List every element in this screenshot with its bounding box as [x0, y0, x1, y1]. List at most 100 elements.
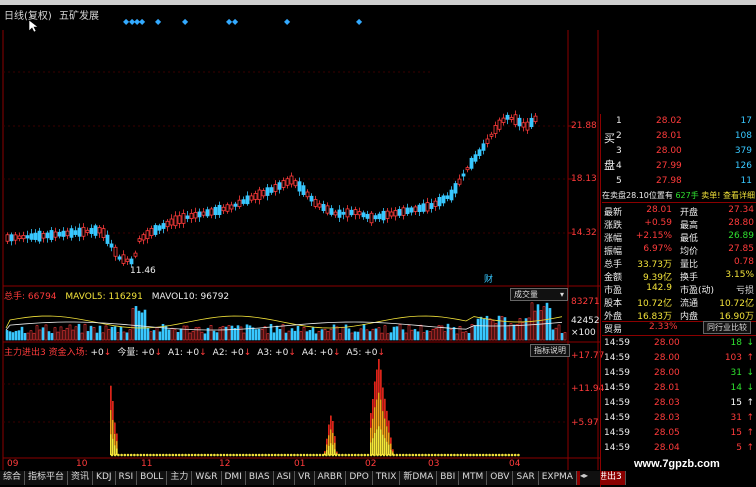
- volume-bar: [461, 331, 465, 341]
- candle-body: [509, 117, 514, 120]
- tab-新DMA[interactable]: 新DMA: [400, 471, 438, 485]
- order-book-row[interactable]: 2 28.01 108: [602, 130, 756, 144]
- baseline-dot: [328, 453, 331, 457]
- finance-marker[interactable]: 财: [484, 272, 493, 285]
- candle-body: [65, 230, 70, 237]
- volume-bar: [38, 329, 42, 341]
- candle-body: [321, 204, 326, 211]
- baseline-dot: [206, 453, 210, 457]
- volume-bar: [413, 329, 417, 341]
- order-book-row[interactable]: 3 28.00 379: [602, 145, 756, 159]
- order-book-row[interactable]: 1 28.02 17: [602, 115, 756, 129]
- baseline-dot: [321, 453, 325, 457]
- candle-body: [477, 149, 482, 156]
- tab-BOLL[interactable]: BOLL: [137, 471, 168, 485]
- trade-row: 14:59 28.00 18 ↓: [604, 338, 754, 348]
- volume-bar: [218, 327, 222, 341]
- indicator-legend-item: 今量: +0↓: [117, 348, 163, 358]
- baseline-dot: [440, 453, 443, 457]
- candle-body: [5, 234, 10, 242]
- tab-scroll[interactable]: ◂▸: [580, 471, 600, 485]
- peer-compare-button[interactable]: 同行业比较: [703, 321, 751, 334]
- tab-BIAS[interactable]: BIAS: [245, 471, 274, 485]
- tab-BBI[interactable]: BBI: [437, 471, 460, 485]
- indicator-bar-top: [392, 449, 394, 452]
- volume-bar: [410, 329, 414, 341]
- chart-canvas[interactable]: [0, 0, 600, 470]
- tab-TRIX[interactable]: TRIX: [372, 471, 401, 485]
- candle-body: [265, 187, 270, 196]
- tab-OBV[interactable]: OBV: [487, 471, 514, 485]
- baseline-dot: [462, 453, 466, 457]
- order-book-row[interactable]: 4 27.99 126: [602, 160, 756, 174]
- tab-ARBR[interactable]: ARBR: [314, 471, 347, 485]
- sell-order-link[interactable]: 卖单!: [701, 191, 720, 200]
- baseline-dot: [491, 453, 495, 457]
- indicator-legend-item: A5: +0↓: [346, 348, 386, 358]
- tab-DMI[interactable]: DMI: [221, 471, 246, 485]
- candle-body: [401, 207, 406, 216]
- order-book-row[interactable]: 5 27.98 11: [602, 175, 756, 189]
- baseline-dot: [446, 453, 450, 457]
- candle-body: [17, 235, 22, 240]
- candle-body: [13, 234, 18, 241]
- candle-body: [413, 206, 418, 212]
- baseline-dot: [200, 453, 203, 457]
- tab-MTM[interactable]: MTM: [459, 471, 488, 485]
- volume-bar: [95, 332, 99, 341]
- tab-KDJ[interactable]: KDJ: [93, 471, 116, 485]
- candle-body: [245, 195, 250, 205]
- tab-W&R[interactable]: W&R: [192, 471, 222, 485]
- indicator-bar-base: [376, 429, 378, 455]
- candle-body: [37, 230, 42, 242]
- tab-ASI[interactable]: ASI: [273, 471, 296, 485]
- baseline-dot: [222, 453, 226, 457]
- tab-资讯[interactable]: 资讯: [68, 471, 94, 485]
- volume-bar: [77, 323, 81, 341]
- candle-body: [453, 183, 458, 194]
- candle-body: [85, 229, 90, 233]
- view-detail-link[interactable]: 查看详细: [723, 191, 755, 200]
- sell-order-notice: 在卖盘28.10位置有 627手 卖单! 查看详细: [602, 191, 756, 200]
- tab-VR[interactable]: VR: [295, 471, 315, 485]
- volume-indicator-dropdown[interactable]: 成交量 ▾: [510, 288, 568, 301]
- volume-bar: [506, 325, 510, 341]
- baseline-dot: [197, 453, 200, 457]
- tab-DPO[interactable]: DPO: [346, 471, 373, 485]
- industry-name: 贸易: [604, 325, 623, 335]
- candle-body: [241, 199, 246, 204]
- candle-body: [233, 203, 238, 207]
- indicator-help-button[interactable]: 指标说明: [530, 344, 570, 357]
- volume-bar: [347, 328, 351, 341]
- indicator-bar-base: [116, 448, 118, 455]
- baseline-dot: [309, 453, 312, 457]
- candle-body: [9, 234, 14, 242]
- tab-综合[interactable]: 综合: [0, 471, 26, 485]
- volume-bar: [323, 328, 327, 341]
- volume-bar: [554, 327, 558, 341]
- baseline-dot: [133, 453, 136, 457]
- indicator-legend-item: A4: +0↓: [301, 348, 341, 358]
- tab-EXPMA[interactable]: EXPMA: [538, 471, 577, 485]
- volume-bar: [296, 326, 300, 341]
- baseline-dot: [437, 453, 440, 457]
- candle-body: [365, 213, 370, 219]
- indicator-bar-top: [110, 385, 112, 411]
- date-axis-label: 02: [365, 459, 377, 469]
- tab-SAR[interactable]: SAR: [513, 471, 539, 485]
- baseline-dot: [475, 453, 479, 457]
- tab-主力[interactable]: 主力: [167, 471, 193, 485]
- baseline-dot: [488, 453, 491, 457]
- volume-bar: [92, 327, 96, 341]
- tab-RSI[interactable]: RSI: [115, 471, 138, 485]
- candle-body: [457, 178, 462, 185]
- indicator-axis-label: +5.97: [571, 418, 599, 428]
- tab-指标平台[interactable]: 指标平台: [25, 471, 69, 485]
- baseline-dot: [478, 453, 482, 457]
- baseline-dot: [280, 453, 283, 457]
- volume-bar: [299, 331, 303, 341]
- indicator-legend-item: A1: +0↓: [168, 348, 207, 358]
- volume-bar: [551, 329, 555, 341]
- chevron-right-icon[interactable]: ▸: [584, 471, 588, 480]
- volume-bar: [398, 324, 402, 341]
